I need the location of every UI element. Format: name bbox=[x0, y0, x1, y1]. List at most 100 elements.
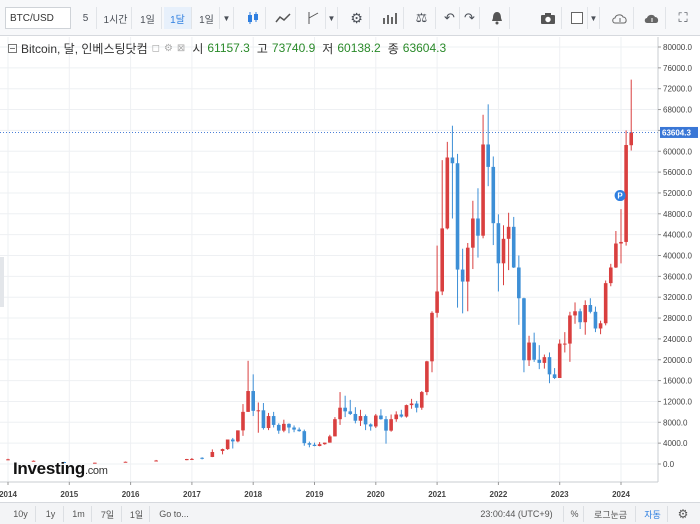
chart-settings-button[interactable]: ⚙ bbox=[672, 506, 694, 522]
gear-icon: ⚙ bbox=[350, 9, 363, 26]
x-tick-label: 2018 bbox=[244, 490, 262, 499]
candle-body bbox=[563, 343, 567, 345]
high-label: 고 bbox=[256, 41, 268, 56]
candle-body bbox=[511, 226, 516, 268]
candle-body bbox=[476, 218, 480, 236]
load-chart-button[interactable] bbox=[606, 7, 634, 29]
close-value: 63604.3 bbox=[402, 41, 447, 55]
interval-5m-button[interactable]: 5 bbox=[75, 7, 97, 29]
interval-1h-button[interactable]: 1시간 bbox=[100, 7, 132, 29]
candle-body bbox=[603, 283, 608, 324]
candlestick-chart[interactable]: P 0.0 4000.0 8000.0 12000.0 16000.0 20000.0 240… bbox=[0, 37, 700, 502]
redo-button[interactable]: ↷ bbox=[460, 7, 480, 29]
save-chart-button[interactable] bbox=[638, 7, 666, 29]
undo-button[interactable]: ↶ bbox=[440, 7, 460, 29]
settings-icon[interactable]: ⚙ bbox=[164, 43, 173, 54]
percent-scale-button[interactable]: % bbox=[566, 506, 584, 522]
y-tick-label: 52000.0 bbox=[663, 189, 692, 198]
interval-1mo-button[interactable]: 1달 bbox=[164, 7, 192, 29]
x-tick-label: 2023 bbox=[551, 490, 569, 499]
undo-icon: ↶ bbox=[444, 10, 455, 25]
indicator-button[interactable] bbox=[270, 7, 296, 29]
close-label: 종 bbox=[387, 41, 399, 56]
goto-date-button[interactable]: Go to... bbox=[154, 506, 194, 522]
redo-icon: ↷ bbox=[464, 10, 475, 25]
auto-scale-button[interactable]: 자동 bbox=[638, 506, 668, 522]
range-1m-button[interactable]: 1m bbox=[66, 506, 92, 522]
high-value: 73740.9 bbox=[271, 41, 316, 55]
candle-body bbox=[598, 323, 603, 329]
candle-body bbox=[353, 413, 358, 421]
candle-body bbox=[465, 247, 470, 282]
timezone-display[interactable]: 23:00:44 (UTC+9) bbox=[470, 506, 564, 522]
y-tick-label: 36000.0 bbox=[663, 272, 692, 281]
studies-button[interactable] bbox=[376, 7, 404, 29]
chart-layout-button[interactable] bbox=[566, 7, 588, 29]
candle-body bbox=[486, 144, 490, 167]
range-10y-button[interactable]: 10y bbox=[6, 506, 36, 522]
candle-body bbox=[399, 414, 404, 417]
collapse-icon[interactable] bbox=[8, 43, 17, 53]
legend-title: Bitcoin, 달, 인베스팅닷컴 bbox=[21, 41, 148, 56]
candle-body bbox=[552, 374, 557, 378]
candle-body bbox=[522, 298, 526, 361]
interval-dropdown-button[interactable]: 1일 bbox=[194, 7, 220, 29]
square-icon bbox=[570, 12, 583, 24]
chart-layout-dropdown[interactable]: ▼ bbox=[588, 7, 600, 29]
x-tick-label: 2021 bbox=[428, 490, 446, 499]
symbol-input[interactable] bbox=[5, 7, 71, 29]
y-tick-label: 40000.0 bbox=[663, 252, 692, 261]
eye-icon[interactable]: ◻ bbox=[152, 43, 160, 54]
candle-body bbox=[297, 429, 301, 432]
drawing-tools-button[interactable] bbox=[300, 7, 326, 29]
candle-body bbox=[343, 407, 347, 412]
logo-suffix: .com bbox=[84, 465, 108, 477]
snapshot-button[interactable] bbox=[534, 7, 562, 29]
candle-body bbox=[317, 444, 322, 447]
x-tick-label: 2015 bbox=[60, 490, 78, 499]
candle-body bbox=[220, 449, 225, 451]
settings-button[interactable]: ⚙ bbox=[344, 7, 370, 29]
y-tick-label: 28000.0 bbox=[663, 314, 692, 323]
candle-body bbox=[302, 431, 307, 444]
log-scale-button[interactable]: 로그눈금 bbox=[586, 506, 636, 522]
interval-1d-button[interactable]: 1일 bbox=[134, 7, 162, 29]
candle-body bbox=[276, 424, 281, 431]
y-tick-label: 32000.0 bbox=[663, 293, 692, 302]
x-tick-label: 2024 bbox=[612, 490, 630, 499]
candle-body bbox=[425, 361, 429, 393]
range-1d-button[interactable]: 1일 bbox=[124, 506, 150, 522]
candle-body bbox=[527, 342, 531, 361]
candle-body bbox=[282, 423, 286, 431]
y-tick-label: 12000.0 bbox=[663, 397, 692, 406]
candle-body bbox=[363, 416, 368, 425]
range-7d-button[interactable]: 7일 bbox=[94, 506, 122, 522]
x-tick-label: 2014 bbox=[0, 490, 17, 499]
candle-body bbox=[287, 423, 291, 428]
candle-body bbox=[307, 443, 312, 445]
chart-area[interactable]: Bitcoin, 달, 인베스팅닷컴 ◻ ⚙ ⊠ 시 61157.3 고 73740… bbox=[0, 37, 700, 502]
close-icon[interactable]: ⊠ bbox=[177, 43, 185, 54]
candle-body bbox=[200, 457, 204, 459]
candle-body bbox=[593, 311, 598, 329]
candle-body bbox=[368, 424, 373, 427]
fullscreen-button[interactable]: ⛶ bbox=[670, 7, 696, 29]
candle-body bbox=[6, 459, 10, 461]
drawing-tools-dropdown[interactable]: ▼ bbox=[326, 7, 338, 29]
chevron-down-icon: ▼ bbox=[222, 13, 231, 23]
candle-body bbox=[225, 439, 230, 450]
candle-body bbox=[246, 391, 250, 412]
candle-body bbox=[460, 269, 465, 282]
candle-body bbox=[230, 439, 235, 442]
y-tick-label: 8000.0 bbox=[663, 418, 688, 427]
interval-dropdown-toggle[interactable]: ▼ bbox=[220, 7, 234, 29]
candle-body bbox=[394, 414, 399, 420]
y-tick-label: 44000.0 bbox=[663, 231, 692, 240]
compare-button[interactable]: ⚖ bbox=[408, 7, 436, 29]
candle-body bbox=[241, 411, 245, 431]
range-1y-button[interactable]: 1y bbox=[38, 506, 64, 522]
alert-button[interactable] bbox=[484, 7, 510, 29]
candle-body bbox=[547, 357, 552, 375]
candle-body bbox=[542, 357, 547, 363]
candle-type-button[interactable] bbox=[240, 7, 266, 29]
